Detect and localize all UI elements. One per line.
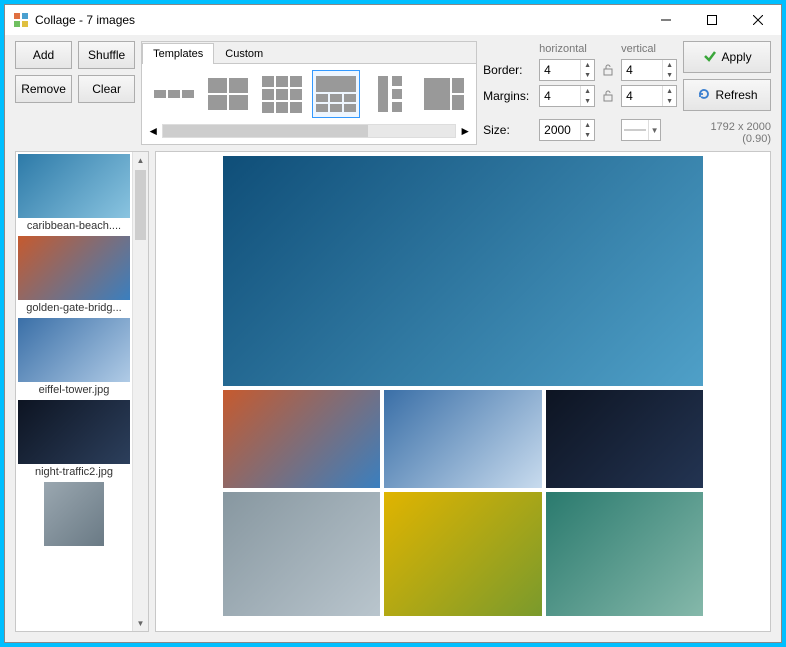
- close-button[interactable]: [735, 5, 781, 35]
- margins-horizontal-input[interactable]: 4▲▼: [539, 85, 595, 107]
- template-6[interactable]: [420, 70, 468, 118]
- thumbnail: [44, 482, 104, 546]
- output-dimensions: 1792 x 2000 (0.90): [683, 117, 771, 145]
- top-toolbar: Add Shuffle Remove Clear Templates Custo…: [15, 41, 771, 145]
- chevron-down-icon: ▼: [648, 120, 660, 140]
- collage-tile[interactable]: [384, 492, 541, 616]
- thumbnail: [18, 154, 130, 218]
- scroll-up-icon[interactable]: ▲: [133, 152, 148, 168]
- scroll-right-icon[interactable]: ►: [458, 124, 472, 138]
- sidebar-scrollbar[interactable]: ▲ ▼: [132, 152, 148, 631]
- thumbnail: [18, 400, 130, 464]
- border-label: Border:: [483, 63, 533, 77]
- collage-tile[interactable]: [223, 492, 380, 616]
- clear-button[interactable]: Clear: [78, 75, 135, 103]
- template-scrollbar[interactable]: ◄ ►: [142, 122, 476, 142]
- margins-label: Margins:: [483, 89, 533, 103]
- template-panel: Templates Custom ◄ ►: [141, 41, 477, 145]
- thumbnail: [18, 318, 130, 382]
- minimize-button[interactable]: [643, 5, 689, 35]
- vertical-header: vertical: [621, 43, 677, 55]
- refresh-button[interactable]: Refresh: [683, 79, 771, 111]
- unlock-icon[interactable]: [601, 63, 615, 77]
- action-buttons: Add Shuffle Remove Clear: [15, 41, 135, 145]
- list-item[interactable]: eiffel-tower.jpg: [18, 318, 130, 398]
- image-list: caribbean-beach.... golden-gate-bridg... e…: [16, 152, 132, 631]
- app-icon: [13, 12, 29, 28]
- template-2[interactable]: [204, 70, 252, 118]
- thumbnail-caption: golden-gate-bridg...: [18, 300, 130, 316]
- apply-panel: Apply Refresh 1792 x 2000 (0.90): [683, 41, 771, 145]
- list-item[interactable]: caribbean-beach....: [18, 154, 130, 234]
- list-item[interactable]: golden-gate-bridg...: [18, 236, 130, 316]
- window-title: Collage - 7 images: [35, 13, 643, 27]
- template-list: [142, 64, 476, 122]
- scroll-track[interactable]: [162, 124, 456, 138]
- scroll-down-icon[interactable]: ▼: [133, 615, 148, 631]
- tab-custom[interactable]: Custom: [214, 43, 274, 64]
- scroll-left-icon[interactable]: ◄: [146, 124, 160, 138]
- sidebar-scroll-thumb[interactable]: [135, 170, 146, 240]
- collage-tile[interactable]: [546, 492, 703, 616]
- check-icon: [703, 49, 717, 66]
- parameters-panel: horizontal vertical Border: 4▲▼ 4▲▼ Marg…: [483, 41, 677, 145]
- horizontal-header: horizontal: [539, 43, 595, 55]
- border-horizontal-input[interactable]: 4▲▼: [539, 59, 595, 81]
- margins-vertical-input[interactable]: 4▲▼: [621, 85, 677, 107]
- content-area: Add Shuffle Remove Clear Templates Custo…: [5, 35, 781, 642]
- thumbnail-caption: night-traffic2.jpg: [18, 464, 130, 480]
- size-label: Size:: [483, 123, 533, 137]
- main-area: caribbean-beach.... golden-gate-bridg... e…: [15, 151, 771, 632]
- refresh-icon: [697, 87, 711, 104]
- size-input[interactable]: 2000▲▼: [539, 119, 595, 141]
- template-3[interactable]: [258, 70, 306, 118]
- border-vertical-input[interactable]: 4▲▼: [621, 59, 677, 81]
- template-4[interactable]: [312, 70, 360, 118]
- maximize-button[interactable]: [689, 5, 735, 35]
- apply-label: Apply: [722, 50, 752, 64]
- refresh-label: Refresh: [716, 88, 758, 102]
- collage-tile[interactable]: [384, 390, 541, 488]
- unlock-icon[interactable]: [601, 89, 615, 103]
- scroll-thumb[interactable]: [163, 125, 367, 137]
- apply-button[interactable]: Apply: [683, 41, 771, 73]
- image-sidebar: caribbean-beach.... golden-gate-bridg... e…: [15, 151, 149, 632]
- template-5[interactable]: [366, 70, 414, 118]
- list-item[interactable]: night-traffic2.jpg: [18, 400, 130, 480]
- template-1[interactable]: [150, 70, 198, 118]
- remove-button[interactable]: Remove: [15, 75, 72, 103]
- collage-preview: [223, 156, 703, 616]
- background-color-picker[interactable]: ▼: [621, 119, 661, 141]
- thumbnail-caption: caribbean-beach....: [18, 218, 130, 234]
- collage-tile-main[interactable]: [223, 156, 703, 386]
- thumbnail-caption: eiffel-tower.jpg: [18, 382, 130, 398]
- collage-tile[interactable]: [223, 390, 380, 488]
- tab-templates[interactable]: Templates: [142, 43, 214, 64]
- thumbnail: [18, 236, 130, 300]
- collage-tile[interactable]: [546, 390, 703, 488]
- collage-canvas[interactable]: [155, 151, 771, 632]
- list-item[interactable]: [18, 482, 130, 546]
- add-button[interactable]: Add: [15, 41, 72, 69]
- titlebar: Collage - 7 images: [5, 5, 781, 35]
- app-window: Collage - 7 images Add Shuffle Remove Cl…: [4, 4, 782, 643]
- shuffle-button[interactable]: Shuffle: [78, 41, 135, 69]
